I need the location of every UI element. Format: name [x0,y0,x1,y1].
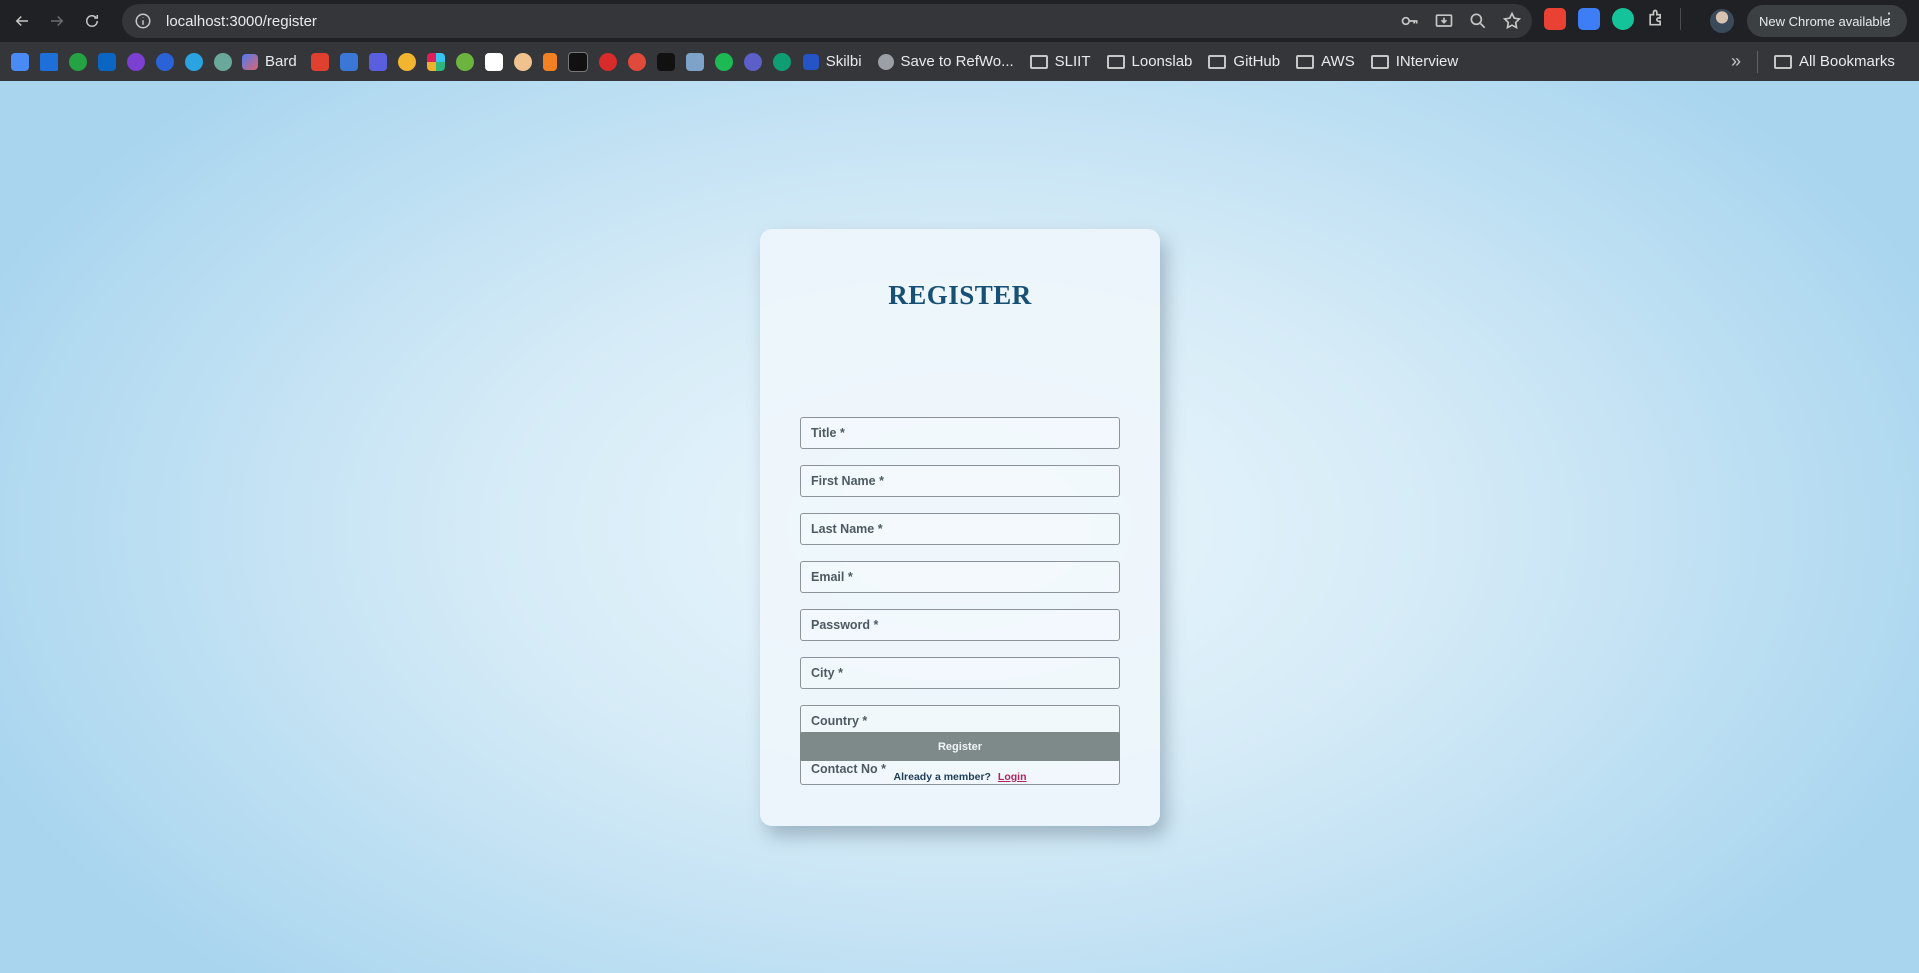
bookmark-favicon-icon[interactable] [368,52,387,71]
last-name-input[interactable] [800,513,1120,545]
login-prompt: Already a member? Login [760,771,1160,783]
bookmark-folder-github[interactable]: GitHub [1208,53,1280,70]
login-link[interactable]: Login [998,771,1027,783]
toolbar-divider [1680,8,1681,30]
register-button[interactable]: Register [800,732,1120,761]
menu-dots-icon[interactable]: ⋮ [1881,11,1897,29]
all-bookmarks-label: All Bookmarks [1799,53,1895,70]
reload-icon[interactable] [79,8,105,34]
bookmark-favicon-icon[interactable] [513,52,532,71]
bookmark-favicon-icon[interactable] [156,52,174,71]
address-bar[interactable]: localhost:3000/register [122,4,1532,38]
bookmark-favicon-icon[interactable] [40,52,58,71]
zoom-icon[interactable] [1468,11,1488,35]
bookmark-favicon-icon[interactable] [685,52,704,71]
bookmark-favicon-icon[interactable] [397,52,416,71]
bookmark-favicon-icon[interactable] [11,52,29,71]
folder-icon [1106,54,1125,69]
bookmark-folder-sliit[interactable]: SLIIT [1029,53,1091,70]
bookmark-label: INterview [1395,53,1459,70]
extension-icon[interactable] [1544,8,1566,30]
bookmark-label: GitHub [1233,53,1281,70]
folder-icon [1029,54,1048,69]
browser-toolbar: localhost:3000/register New Chrome avail… [0,0,1919,42]
city-input[interactable] [800,657,1120,689]
grammarly-icon[interactable] [1612,8,1634,30]
slack-icon[interactable] [426,52,445,71]
bookmark-label: Bard [265,53,297,70]
bookmark-favicon-icon[interactable] [598,52,617,71]
folder-icon [1774,54,1793,69]
install-app-icon[interactable] [1434,11,1454,35]
bookmark-skilbi[interactable]: Skilbi [802,53,862,70]
bookmark-label: Save to RefWo... [900,53,1014,70]
bookmark-label: SLIIT [1054,53,1091,70]
profile-avatar[interactable] [1710,9,1734,33]
teams-icon[interactable] [743,52,762,71]
bookmark-favicon-icon[interactable] [567,51,588,72]
spring-icon[interactable] [455,52,474,71]
bard-sparkle-icon [242,53,258,70]
bookmark-star-icon[interactable] [1502,11,1522,35]
bookmark-folder-aws[interactable]: AWS [1296,53,1355,70]
bookmark-favicon-icon[interactable] [127,52,145,71]
member-prompt-text: Already a member? [893,771,991,783]
bookmark-refworks[interactable]: Save to RefWo... [877,53,1014,70]
bookmark-favicon-icon[interactable] [69,52,87,71]
extension-icon[interactable] [1578,8,1600,30]
skilbi-icon [802,53,819,70]
new-chrome-button[interactable]: New Chrome available ⋮ [1747,5,1907,37]
notion-icon[interactable] [484,52,503,71]
url-text[interactable]: localhost:3000/register [166,13,317,30]
password-key-icon[interactable] [1400,11,1420,35]
site-info-icon[interactable] [134,12,152,30]
bookmark-favicon-icon[interactable] [656,52,675,71]
first-name-input[interactable] [800,465,1120,497]
page-title: REGISTER [888,280,1032,310]
bookmark-favicon-icon[interactable] [772,52,791,71]
more-bookmarks-chevron-icon[interactable]: » [1731,51,1741,72]
email-input[interactable] [800,561,1120,593]
bookmark-favicon-icon[interactable] [627,52,646,71]
stackoverflow-icon[interactable] [542,52,557,71]
globe-icon [877,53,894,70]
back-icon[interactable] [9,8,35,34]
bookmark-label: Skilbi [825,53,862,70]
new-chrome-label: New Chrome available [1759,13,1890,29]
bookmark-bard[interactable]: Bard [242,53,297,70]
folder-icon [1370,54,1389,69]
page-background: REGISTER Register Already a member? Logi… [0,81,1919,973]
bookmark-folder-interview[interactable]: INterview [1370,53,1459,70]
register-card: REGISTER Register Already a member? Logi… [760,229,1160,826]
bookmark-favicon-icon[interactable] [339,52,358,71]
bookmarks-divider [1757,50,1759,73]
bookmarks-bar: Bard Skilbi Save to RefWo... SLIIT Loons… [0,42,1919,81]
folder-icon [1208,54,1227,69]
folder-icon [1296,54,1315,69]
all-bookmarks-folder[interactable]: All Bookmarks [1774,53,1895,70]
spotify-icon[interactable] [714,52,733,71]
bookmark-label: Loonslab [1131,53,1193,70]
bookmark-label: AWS [1321,53,1355,70]
chatgpt-icon[interactable] [214,52,232,71]
bookmark-folder-loonslab[interactable]: Loonslab [1106,53,1193,70]
forward-icon[interactable] [44,8,70,34]
extensions-puzzle-icon[interactable] [1646,8,1668,30]
linkedin-icon[interactable] [98,52,116,71]
bookmark-favicon-icon[interactable] [310,52,329,71]
password-input[interactable] [800,609,1120,641]
telegram-icon[interactable] [185,52,203,71]
title-input[interactable] [800,417,1120,449]
